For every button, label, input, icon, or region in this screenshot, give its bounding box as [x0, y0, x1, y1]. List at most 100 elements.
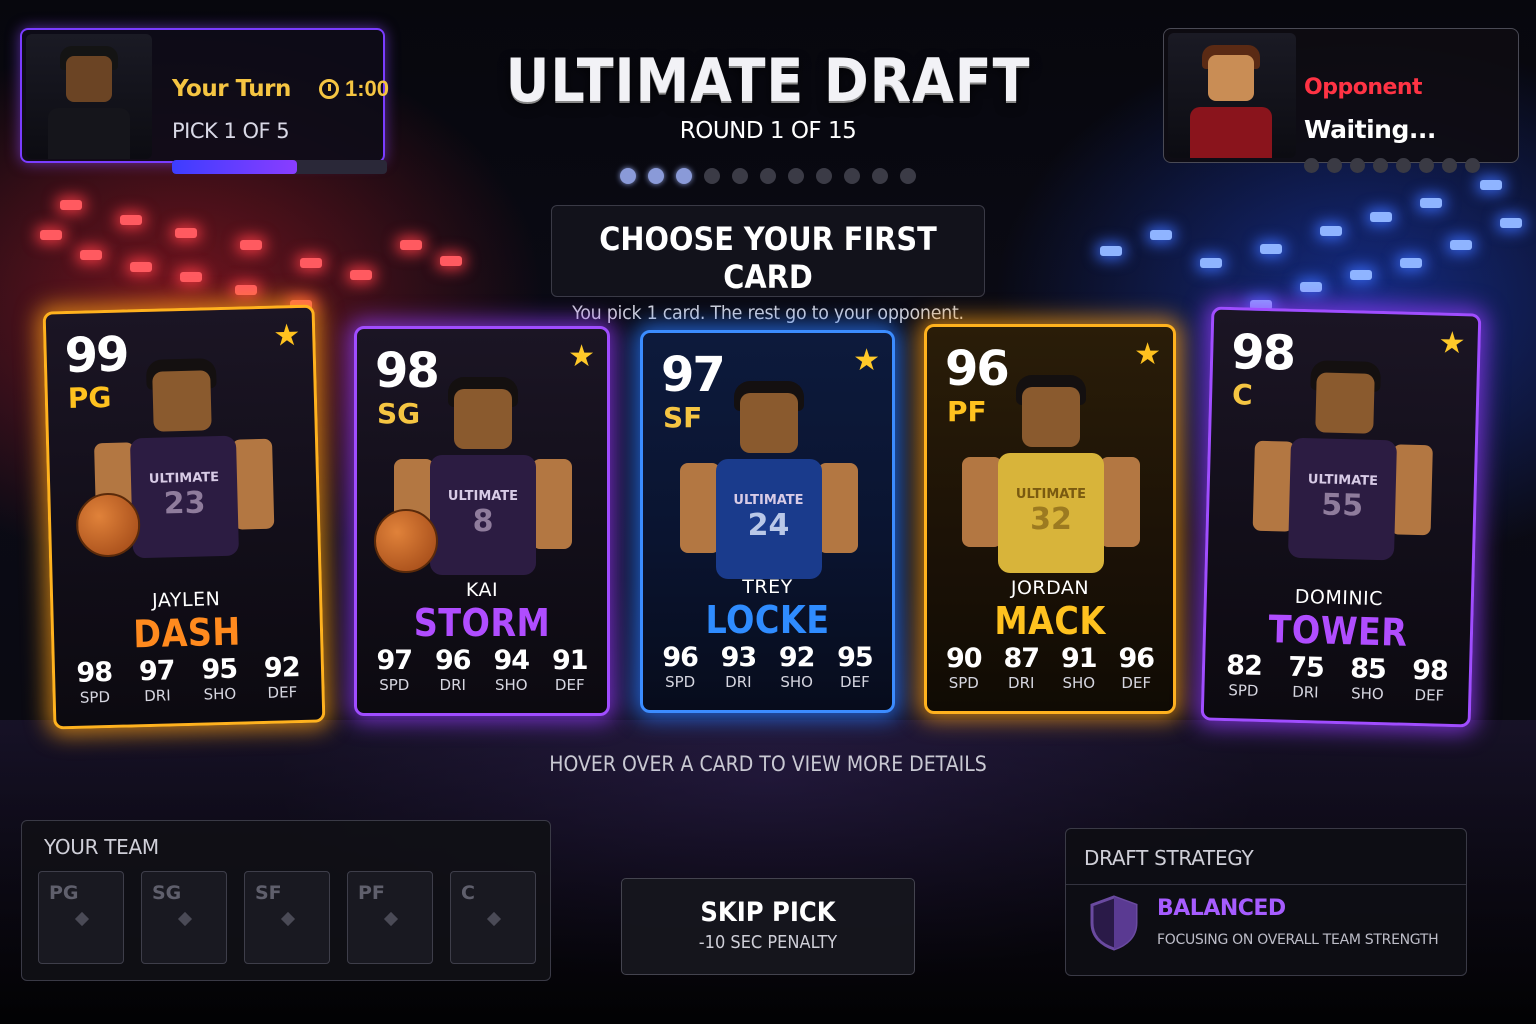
jersey-team: ULTIMATE — [447, 489, 519, 504]
card-first-name: KAI — [465, 579, 499, 601]
stat-value: 92 — [263, 652, 300, 684]
opponent-pick-dot — [1442, 158, 1457, 173]
card-stat: 92 DEF — [253, 652, 310, 702]
arena-light-red — [80, 250, 102, 260]
skip-pick-label: SKIP PICK — [700, 897, 836, 928]
slot-label: PF — [358, 882, 385, 904]
arena-light-blue — [1300, 282, 1322, 292]
arena-light-blue — [1480, 180, 1502, 190]
opponent-status: Waiting... — [1304, 115, 1436, 144]
draft-strategy-panel[interactable]: DRAFT STRATEGY BALANCED FOCUSING ON OVER… — [1065, 828, 1467, 976]
stat-label: SPD — [665, 673, 696, 691]
stat-value: 98 — [1411, 654, 1449, 687]
card-stat: 96 DRI — [425, 645, 481, 694]
prompt-subtitle: You pick 1 card. The rest go to your opp… — [572, 302, 964, 324]
card-stats: 96 SPD 93 DRI 92 SHO 95 DEF — [651, 642, 884, 691]
stat-label: SHO — [780, 673, 813, 691]
choose-card-prompt: CHOOSE YOUR FIRST CARD You pick 1 card. … — [551, 205, 985, 324]
strategy-title: DRAFT STRATEGY — [1084, 846, 1254, 870]
stat-label: SPD — [1228, 681, 1259, 700]
opponent-pick-dot — [1327, 158, 1342, 173]
stat-label: SHO — [494, 676, 528, 694]
stat-label: DRI — [1008, 674, 1035, 692]
your-team-panel: YOUR TEAM PG SG SF PF C — [21, 820, 551, 981]
arena-light-blue — [1370, 212, 1392, 222]
player-card-locke[interactable]: 97 SF ★ ULTIMATE 24 TREY LOCKE 96 SPD 93 — [640, 330, 895, 713]
stat-label: DRI — [725, 673, 752, 691]
arena-light-red — [40, 230, 62, 240]
opponent-pick-dot — [1465, 158, 1480, 173]
player-card-tower[interactable]: 98 C ★ ULTIMATE 55 DOMINIC TOWER 82 SPD … — [1200, 306, 1482, 728]
stat-value: 82 — [1225, 650, 1263, 682]
card-stat: 95 DEF — [827, 642, 883, 691]
card-last-name: MACK — [994, 599, 1106, 643]
round-dot — [900, 168, 916, 184]
stat-label: DRI — [1291, 682, 1319, 702]
card-stat: 82 SPD — [1215, 650, 1272, 700]
jersey-number: 32 — [1030, 502, 1072, 537]
card-first-name: TREY — [742, 576, 793, 598]
card-stat: 96 DEF — [1108, 643, 1164, 692]
opponent-panel: Opponent Waiting... — [1163, 28, 1519, 173]
arena-light-blue — [1200, 258, 1222, 268]
player-figure: ULTIMATE 23 — [75, 338, 285, 593]
card-stat: 87 DRI — [993, 643, 1049, 692]
round-dot — [676, 168, 692, 184]
team-slot-sf[interactable]: SF — [244, 871, 330, 964]
jersey-number: 8 — [472, 504, 494, 539]
stat-value: 87 — [1003, 643, 1040, 674]
card-stat: 96 SPD — [652, 642, 708, 691]
stat-value: 91 — [551, 645, 589, 676]
diamond-icon — [74, 911, 90, 927]
stat-label: DEF — [1414, 685, 1445, 705]
player-card-mack[interactable]: 96 PF ★ ULTIMATE 32 JORDAN MACK 90 SPD 8… — [924, 324, 1176, 714]
arena-light-blue — [1350, 270, 1372, 280]
round-dot — [760, 168, 776, 184]
card-stat: 97 DRI — [128, 655, 185, 705]
opponent-pick-dot — [1419, 158, 1434, 173]
stat-value: 95 — [201, 653, 238, 686]
stat-value: 94 — [493, 645, 530, 676]
card-stat: 91 SHO — [1051, 643, 1107, 692]
diamond-icon — [280, 911, 296, 927]
pick-progress-bar — [172, 160, 387, 174]
card-first-name: JORDAN — [1010, 577, 1090, 599]
skip-penalty-label: -10 SEC PENALTY — [698, 932, 838, 953]
jersey-number: 24 — [747, 508, 790, 543]
round-dot — [788, 168, 804, 184]
stat-label: DRI — [439, 676, 466, 694]
strategy-name: BALANCED — [1157, 896, 1286, 921]
team-slot-pf[interactable]: PF — [347, 871, 433, 964]
round-dot — [620, 168, 636, 184]
stat-label: SPD — [948, 674, 979, 692]
opponent-avatar — [1168, 33, 1296, 158]
hover-hint: HOVER OVER A CARD TO VIEW MORE DETAILS — [549, 752, 987, 776]
round-dot — [704, 168, 720, 184]
opponent-label: Opponent — [1304, 75, 1423, 100]
arena-light-red — [440, 256, 462, 266]
team-slot-c[interactable]: C — [450, 871, 536, 964]
team-slot-pg[interactable]: PG — [38, 871, 124, 964]
skip-pick-button[interactable]: SKIP PICK -10 SEC PENALTY — [621, 878, 915, 975]
stat-value: 91 — [1060, 643, 1098, 674]
team-slot-sg[interactable]: SG — [141, 871, 227, 964]
slot-label: SG — [152, 882, 182, 904]
card-stats: 98 SPD 97 DRI 95 SHO 92 DEF — [63, 652, 314, 708]
basketball-icon — [75, 492, 142, 558]
player-card-storm[interactable]: 98 SG ★ ULTIMATE 8 KAI STORM 97 SPD 96 D… — [354, 326, 610, 716]
prompt-title: CHOOSE YOUR FIRST CARD — [599, 220, 937, 296]
arena-light-blue — [1100, 246, 1122, 256]
jersey-team: ULTIMATE — [1015, 487, 1087, 502]
player-card-dash[interactable]: 99 PG ★ ULTIMATE 23 JAYLEN DASH 98 SPD 9… — [42, 304, 326, 730]
round-dot — [872, 168, 888, 184]
player-figure: ULTIMATE 8 — [374, 359, 582, 609]
stat-value: 95 — [837, 642, 874, 673]
arena-light-red — [300, 258, 322, 268]
card-stat: 98 DEF — [1401, 655, 1458, 705]
arena-light-red — [235, 285, 257, 295]
jersey-team: ULTIMATE — [733, 493, 804, 508]
card-last-name: TOWER — [1267, 607, 1409, 655]
card-stat: 97 SPD — [366, 645, 422, 694]
opponent-pick-dots — [1304, 158, 1480, 173]
arena-light-red — [175, 228, 197, 238]
